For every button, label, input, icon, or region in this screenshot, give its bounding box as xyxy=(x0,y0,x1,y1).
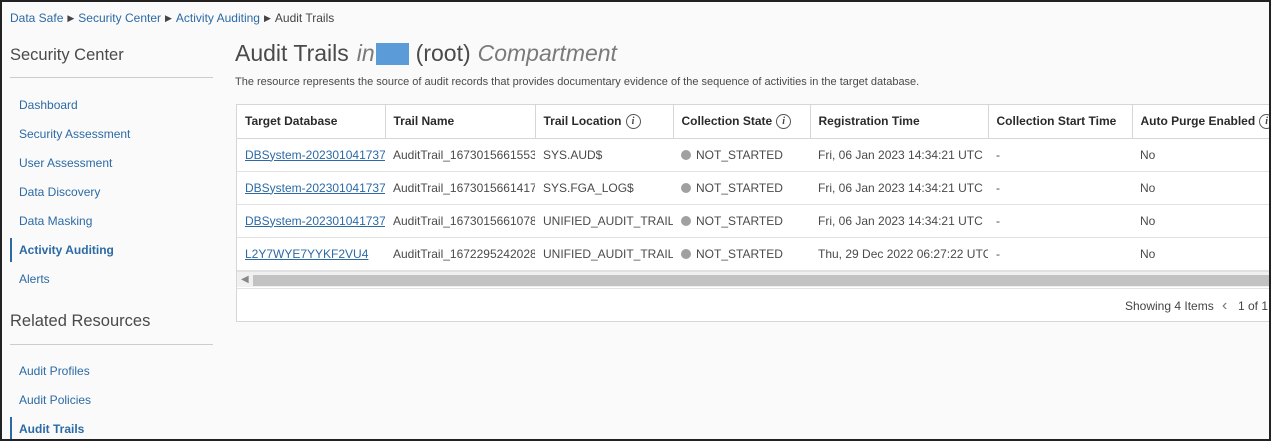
cell-trail-location: SYS.AUD$ xyxy=(535,138,673,172)
cell-auto-purge: No xyxy=(1132,204,1269,238)
target-database-link[interactable]: DBSystem-202301041737 xyxy=(245,148,385,162)
cell-auto-purge: No xyxy=(1132,237,1269,271)
cell-registration-time: Fri, 06 Jan 2023 14:34:21 UTC xyxy=(810,204,988,238)
cell-collection-state: NOT_STARTED xyxy=(673,237,810,271)
target-database-link[interactable]: L2Y7WYE7YYKF2VU4 xyxy=(245,247,368,261)
table-footer: Showing 4 Items ‹ 1 of 1 xyxy=(237,288,1269,321)
cell-target-database: DBSystem-202301041737 xyxy=(237,204,385,238)
sidebar-item-dashboard[interactable]: Dashboard xyxy=(10,93,210,117)
breadcrumb-separator-icon: ▶ xyxy=(67,12,75,23)
page-title: Audit Trails in (root) Compartment xyxy=(235,40,617,67)
breadcrumb-activity-auditing[interactable]: Activity Auditing xyxy=(176,11,260,25)
table-header-row: Target Database Trail Name Trail Locatio… xyxy=(237,105,1269,139)
page-title-root: (root) xyxy=(415,40,471,66)
sidebar-divider xyxy=(10,344,213,345)
scrollbar-thumb[interactable] xyxy=(253,275,1269,286)
app-frame: Data Safe ▶ Security Center ▶ Activity A… xyxy=(0,0,1271,441)
cell-auto-purge: No xyxy=(1132,138,1269,172)
breadcrumb-current: Audit Trails xyxy=(274,11,335,25)
breadcrumb: Data Safe ▶ Security Center ▶ Activity A… xyxy=(10,11,334,25)
status-dot-icon xyxy=(681,248,691,259)
cell-target-database: DBSystem-202301041737 xyxy=(237,171,385,205)
sidebar-item-audit-trails[interactable]: Audit Trails xyxy=(10,417,210,439)
cell-trail-name: AuditTrail_1673015661417 xyxy=(385,171,535,205)
cell-collection-state: NOT_STARTED xyxy=(673,204,810,238)
compartment-name-redacted xyxy=(375,42,409,65)
items-count: Showing 4 Items xyxy=(1125,299,1214,313)
scroll-left-arrow-icon[interactable]: ◀ xyxy=(241,274,249,285)
sidebar-section-title: Security Center xyxy=(10,46,124,64)
sidebar-item-audit-policies[interactable]: Audit Policies xyxy=(10,388,210,412)
column-header-collection-start-time[interactable]: Collection Start Time xyxy=(988,105,1133,139)
breadcrumb-security-center[interactable]: Security Center xyxy=(78,11,161,25)
column-header-auto-purge-enabled[interactable]: Auto Purge Enabled i xyxy=(1132,105,1269,139)
cell-collection-start-time: - xyxy=(988,171,1132,205)
info-icon[interactable]: i xyxy=(776,113,792,129)
cell-trail-location: SYS.FGA_LOG$ xyxy=(535,171,673,205)
table-row: DBSystem-202301041737 AuditTrail_1673015… xyxy=(237,204,1269,238)
cell-registration-time: Fri, 06 Jan 2023 14:34:21 UTC xyxy=(810,138,988,172)
column-header-trail-location[interactable]: Trail Location i xyxy=(535,105,674,139)
page-title-in: in xyxy=(356,40,375,66)
table-row: DBSystem-202301041737 AuditTrail_1673015… xyxy=(237,138,1269,172)
cell-collection-start-time: - xyxy=(988,138,1132,172)
status-dot-icon xyxy=(681,215,691,226)
cell-trail-location: UNIFIED_AUDIT_TRAIL xyxy=(535,237,673,271)
previous-page-icon[interactable]: ‹ xyxy=(1222,297,1227,315)
horizontal-scrollbar[interactable]: ◀ xyxy=(237,271,1269,287)
cell-registration-time: Thu, 29 Dec 2022 06:27:22 UTC xyxy=(810,237,988,271)
cell-registration-time: Fri, 06 Jan 2023 14:34:21 UTC xyxy=(810,171,988,205)
table-row: L2Y7WYE7YYKF2VU4 AuditTrail_167229524202… xyxy=(237,237,1269,271)
audit-trails-table: Target Database Trail Name Trail Locatio… xyxy=(236,104,1269,322)
sidebar-item-data-discovery[interactable]: Data Discovery xyxy=(10,180,210,204)
target-database-link[interactable]: DBSystem-202301041737 xyxy=(245,214,385,228)
cell-collection-start-time: - xyxy=(988,237,1132,271)
sidebar: Security Center Dashboard Security Asses… xyxy=(2,32,220,439)
sidebar-divider xyxy=(10,77,213,78)
breadcrumb-separator-icon: ▶ xyxy=(165,12,172,23)
status-dot-icon xyxy=(681,182,691,193)
table-row: DBSystem-202301041737 AuditTrail_1673015… xyxy=(237,171,1269,205)
sidebar-item-security-assessment[interactable]: Security Assessment xyxy=(10,122,210,146)
cell-target-database: L2Y7WYE7YYKF2VU4 xyxy=(237,237,385,271)
column-header-collection-state[interactable]: Collection State i xyxy=(673,105,811,139)
cell-target-database: DBSystem-202301041737 xyxy=(237,138,385,172)
sidebar-related-title: Related Resources xyxy=(10,312,151,330)
column-header-trail-name[interactable]: Trail Name xyxy=(385,105,536,139)
cell-trail-location: UNIFIED_AUDIT_TRAIL xyxy=(535,204,673,238)
cell-collection-state: NOT_STARTED xyxy=(673,171,810,205)
column-header-target-database[interactable]: Target Database xyxy=(237,105,386,139)
cell-trail-name: AuditTrail_1673015661553 xyxy=(385,138,535,172)
page-description: The resource represents the source of au… xyxy=(235,76,920,88)
column-header-registration-time[interactable]: Registration Time xyxy=(810,105,989,139)
cell-auto-purge: No xyxy=(1132,171,1269,205)
cell-trail-name: AuditTrail_1673015661078 xyxy=(385,204,535,238)
page-title-compartment: Compartment xyxy=(477,40,617,66)
sidebar-item-data-masking[interactable]: Data Masking xyxy=(10,209,210,233)
cell-collection-start-time: - xyxy=(988,204,1132,238)
sidebar-item-user-assessment[interactable]: User Assessment xyxy=(10,151,210,175)
target-database-link[interactable]: DBSystem-202301041737 xyxy=(245,181,385,195)
sidebar-item-audit-profiles[interactable]: Audit Profiles xyxy=(10,359,210,383)
status-dot-icon xyxy=(681,149,691,160)
sidebar-item-activity-auditing[interactable]: Activity Auditing xyxy=(10,238,210,262)
cell-collection-state: NOT_STARTED xyxy=(673,138,810,172)
info-icon[interactable]: i xyxy=(625,113,641,129)
breadcrumb-separator-icon: ▶ xyxy=(263,12,271,23)
page-title-text: Audit Trails xyxy=(235,40,349,66)
page-indicator: 1 of 1 xyxy=(1238,299,1269,313)
sidebar-item-alerts[interactable]: Alerts xyxy=(10,267,210,291)
cell-trail-name: AuditTrail_1672295242028 xyxy=(385,237,535,271)
breadcrumb-data-safe[interactable]: Data Safe xyxy=(10,11,63,25)
info-icon[interactable]: i xyxy=(1259,113,1269,129)
